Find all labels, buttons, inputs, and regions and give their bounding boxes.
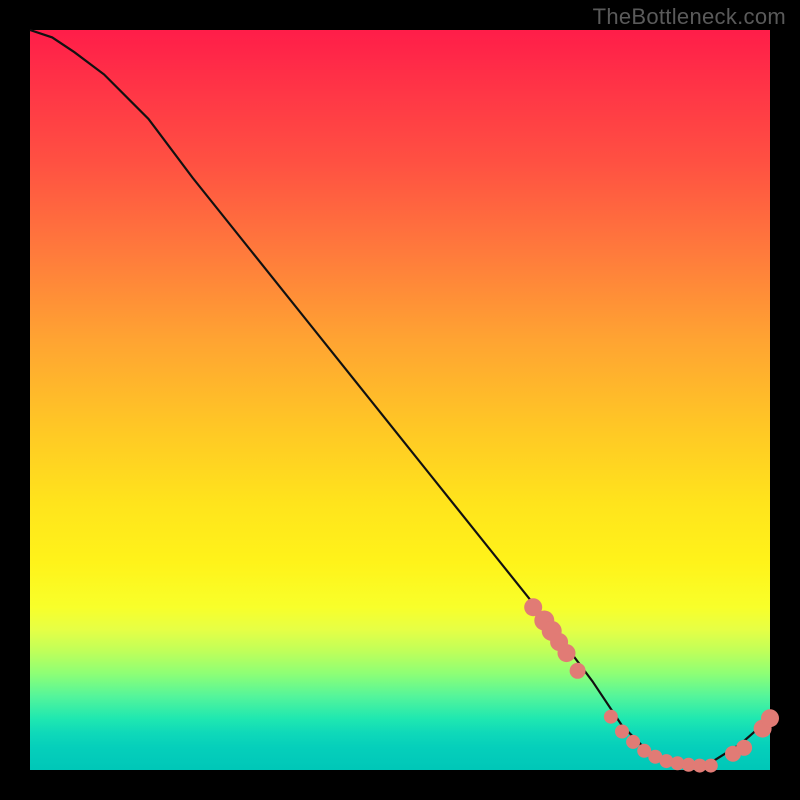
chart-svg <box>30 30 770 770</box>
chart-stage: TheBottleneck.com <box>0 0 800 800</box>
watermark-text: TheBottleneck.com <box>593 4 786 30</box>
scatter-dot <box>704 759 718 773</box>
scatter-dot <box>570 663 586 679</box>
series-line <box>30 30 770 766</box>
scatter-dot <box>615 725 629 739</box>
scatter-dot <box>761 709 779 727</box>
scatter-dot <box>558 644 576 662</box>
scatter-dot <box>604 710 618 724</box>
scatter-dots <box>524 598 779 772</box>
scatter-dot <box>626 735 640 749</box>
gradient-panel <box>30 30 770 770</box>
scatter-dot <box>736 740 752 756</box>
